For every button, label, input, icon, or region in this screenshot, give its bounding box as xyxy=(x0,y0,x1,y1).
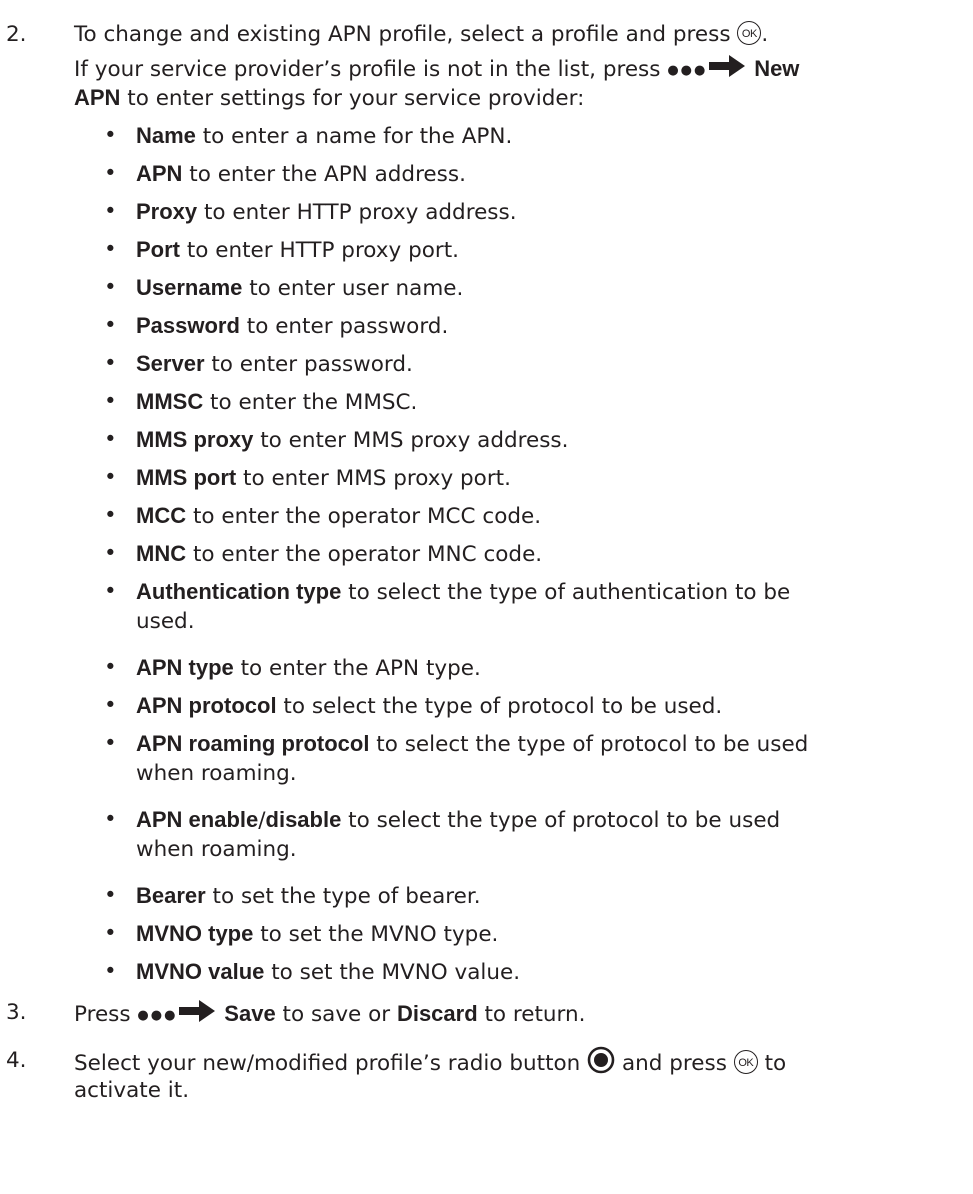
list-item-text: to set the MVNO type. xyxy=(253,922,499,947)
bullet-icon: • xyxy=(104,389,117,414)
list-item-term: Bearer xyxy=(136,883,206,908)
list-item-term: Username xyxy=(136,275,243,300)
list-item-text: to enter MMS proxy port. xyxy=(236,466,511,491)
list-item-text-continued: when roaming. xyxy=(136,761,297,786)
list-item-text: to enter the operator MNC code. xyxy=(186,542,543,567)
list-item-text: to select the type of protocol to be use… xyxy=(276,694,723,719)
bullet-icon: • xyxy=(104,123,117,148)
bullet-icon: • xyxy=(104,541,117,566)
step-2-line-1: To change and existing APN profile, sele… xyxy=(74,20,970,50)
list-item-text: to set the type of bearer. xyxy=(205,884,481,909)
step-text: Select your new/modified profile’s radio… xyxy=(74,1051,588,1076)
list-item-text-continued: used. xyxy=(136,609,195,634)
list-item-term: MCC xyxy=(136,503,187,528)
document-page: 2. To change and existing APN profile, s… xyxy=(0,0,973,1194)
bullet-icon: • xyxy=(104,275,117,300)
bullet-icon: • xyxy=(104,579,117,604)
list-item-term: Authentication type xyxy=(136,579,342,604)
more-options-icon: ●●● xyxy=(137,1008,178,1023)
bullet-icon: • xyxy=(104,959,117,984)
list-item-text: to set the MVNO value. xyxy=(264,960,521,985)
list-item-text: to select the type of authentication to … xyxy=(341,580,791,605)
step-2-line-2: If your service provider’s profile is no… xyxy=(74,53,970,83)
list-item-term: APN protocol xyxy=(136,693,277,718)
list-item-text: to enter the MMSC. xyxy=(203,390,418,415)
step-bold-text: New xyxy=(754,56,800,81)
bullet-icon: • xyxy=(104,693,117,718)
list-item-term: APN enable xyxy=(136,807,259,832)
bullet-icon: • xyxy=(104,465,117,490)
bullet-icon: • xyxy=(104,161,117,186)
bullet-icon: • xyxy=(104,807,117,832)
step-text-end: . xyxy=(761,22,769,47)
step-3-line-1: Press ●●● Save to save or Discard to ret… xyxy=(74,998,970,1028)
bullet-icon: • xyxy=(104,313,117,338)
step-bold-text: APN xyxy=(74,85,121,110)
bullet-icon: • xyxy=(104,883,117,908)
list-item-term: Name xyxy=(136,123,196,148)
ok-button-icon: OK xyxy=(733,1050,758,1074)
bullet-icon: • xyxy=(104,655,117,680)
radio-button-selected-icon xyxy=(587,1046,615,1074)
ok-button-icon: OK xyxy=(737,21,762,45)
step-text: activate it. xyxy=(74,1078,190,1103)
step-number: 2. xyxy=(6,22,27,47)
list-item-separator: / xyxy=(258,808,266,833)
bullet-icon: • xyxy=(104,731,117,756)
list-item-term: MMS proxy xyxy=(136,427,254,452)
list-item-text: to enter password. xyxy=(239,314,449,339)
step-bold-text: Save xyxy=(224,1001,276,1026)
step-text: and press xyxy=(615,1051,734,1076)
list-item-text: to enter HTTP proxy port. xyxy=(180,238,459,263)
list-item-text: to select the type of protocol to be use… xyxy=(369,732,809,757)
list-item-term: MVNO value xyxy=(136,959,265,984)
step-number: 4. xyxy=(6,1048,27,1073)
list-item-term: MMS port xyxy=(136,465,237,490)
list-item-text-continued: when roaming. xyxy=(136,837,297,862)
list-item-text: to enter the operator MCC code. xyxy=(186,504,542,529)
step-text: Press xyxy=(74,1002,138,1027)
list-item-text: to select the type of protocol to be use… xyxy=(341,808,781,833)
step-text: to save or xyxy=(275,1002,397,1027)
list-item-term: Port xyxy=(136,237,180,262)
list-item-text: to enter a name for the APN. xyxy=(195,124,513,149)
list-item-text: to enter the APN address. xyxy=(182,162,466,187)
list-item-text: to enter MMS proxy address. xyxy=(253,428,569,453)
list-item-term: APN roaming protocol xyxy=(136,731,370,756)
step-4-line-2: activate it. xyxy=(74,1076,970,1106)
step-text: to xyxy=(757,1051,787,1076)
list-item-text: to enter password. xyxy=(204,352,413,377)
list-item-term: MMSC xyxy=(136,389,204,414)
bullet-icon: • xyxy=(104,199,117,224)
right-arrow-icon xyxy=(709,55,746,77)
right-arrow-icon xyxy=(179,1000,216,1022)
bullet-icon: • xyxy=(104,921,117,946)
list-item-term: MNC xyxy=(136,541,187,566)
more-options-icon: ●●● xyxy=(667,63,708,78)
step-4-line-1: Select your new/modified profile’s radio… xyxy=(74,1046,970,1076)
bullet-icon: • xyxy=(104,351,117,376)
step-bold-text: Discard xyxy=(396,1001,478,1026)
step-text: If your service provider’s profile is no… xyxy=(74,57,668,82)
list-item-term: APN xyxy=(136,161,183,186)
list-item-term: Server xyxy=(136,351,205,376)
list-item-text: to enter user name. xyxy=(242,276,464,301)
list-item-text: to enter the APN type. xyxy=(233,656,481,681)
bullet-icon: • xyxy=(104,427,117,452)
list-item-term: APN type xyxy=(136,655,234,680)
list-item-term: Proxy xyxy=(136,199,198,224)
bullet-icon: • xyxy=(104,503,117,528)
step-text: to enter settings for your service provi… xyxy=(120,86,585,111)
step-text: to return. xyxy=(477,1002,586,1027)
list-item-text: to enter HTTP proxy address. xyxy=(197,200,517,225)
step-2-line-3: APN to enter settings for your service p… xyxy=(74,83,970,113)
bullet-icon: • xyxy=(104,237,117,262)
list-item-term: Password xyxy=(136,313,240,338)
step-number: 3. xyxy=(6,1000,27,1025)
list-item-term: MVNO type xyxy=(136,921,254,946)
list-item-term: disable xyxy=(265,807,342,832)
step-text: To change and existing APN profile, sele… xyxy=(74,22,738,47)
